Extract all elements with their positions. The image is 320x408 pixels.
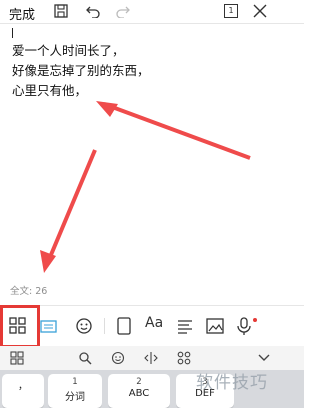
arrow-to-text	[103, 102, 251, 160]
keyboard-icon[interactable]	[39, 316, 59, 336]
microphone-icon[interactable]	[234, 316, 254, 336]
key-1-fenci[interactable]: 1 分词	[48, 374, 102, 408]
more-apps-icon[interactable]	[177, 351, 191, 365]
image-icon[interactable]	[205, 316, 225, 336]
chevron-down-icon[interactable]	[257, 352, 271, 364]
notebook-icon[interactable]	[114, 316, 134, 336]
key-1-number: 1	[72, 377, 78, 387]
align-icon[interactable]	[175, 316, 195, 336]
emoji-icon[interactable]	[74, 316, 94, 336]
cursor-move-icon[interactable]	[144, 351, 158, 365]
key-2-abc[interactable]: 2 ABC	[108, 374, 170, 408]
key-comma[interactable]: ，	[2, 374, 44, 408]
emoji-icon[interactable]	[111, 351, 125, 365]
toolbar-separator	[104, 318, 105, 334]
arrow-to-text-head	[96, 101, 118, 117]
key-comma-label: ，	[18, 381, 28, 392]
arrow-to-apps	[46, 149, 97, 263]
key-1-label: 分词	[65, 392, 85, 403]
key-2-number: 2	[136, 377, 142, 387]
apps-highlight-box	[0, 305, 40, 348]
watermark-text: 软件技巧	[196, 373, 268, 393]
search-icon[interactable]	[78, 351, 92, 365]
mic-status-dot	[253, 318, 257, 322]
grid-icon[interactable]	[10, 351, 24, 365]
key-2-label: ABC	[128, 388, 150, 399]
font-icon[interactable]: Aa	[145, 315, 163, 331]
